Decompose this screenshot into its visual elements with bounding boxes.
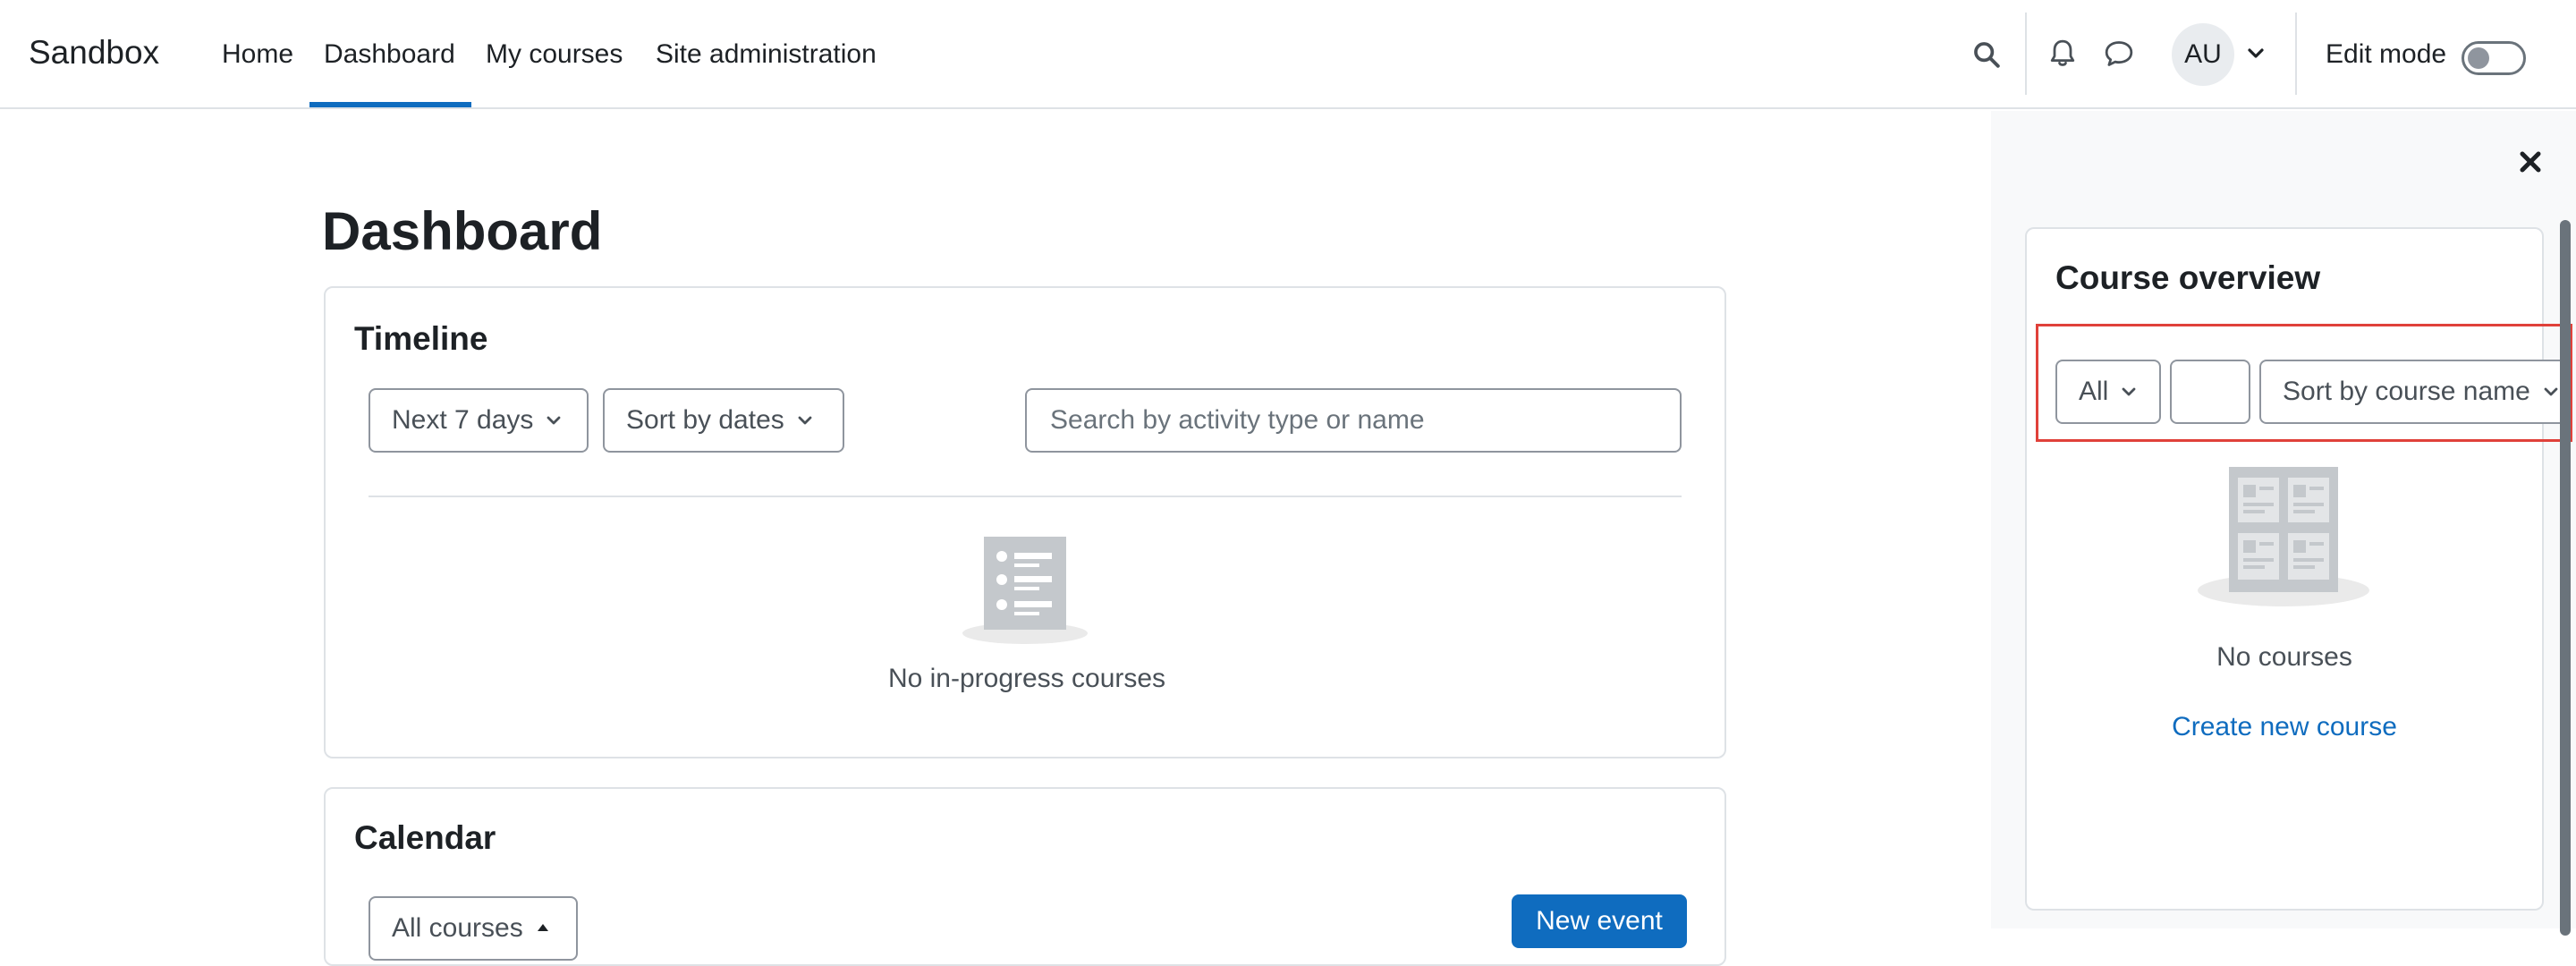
chevron-down-icon[interactable]: [2243, 41, 2268, 66]
edit-mode-toggle[interactable]: [2462, 41, 2526, 75]
nav-active-indicator: [309, 102, 471, 107]
timeline-empty-text: No in-progress courses: [887, 664, 1166, 693]
timeline-range-value: Next 7 days: [392, 405, 534, 435]
calendar-course-value: All courses: [392, 913, 523, 943]
nav-home[interactable]: Home: [222, 39, 293, 70]
page-title: Dashboard: [322, 201, 603, 261]
timeline-search-input[interactable]: [1025, 388, 1682, 453]
calendar-course-select[interactable]: All courses: [369, 896, 578, 961]
navbar-divider: [2025, 13, 2027, 95]
bell-icon[interactable]: [2045, 36, 2080, 72]
navbar-divider: [2295, 13, 2297, 95]
annotation-highlight-box: [2036, 324, 2572, 442]
no-courses-illustration: [961, 535, 1089, 646]
calendar-title: Calendar: [354, 819, 496, 856]
timeline-title: Timeline: [354, 320, 488, 357]
no-courses-grid-illustration: [2197, 465, 2370, 610]
timeline-card: Timeline Next 7 days Sort by dates No in…: [324, 286, 1726, 758]
create-new-course-link[interactable]: Create new course: [2025, 712, 2544, 742]
nav-my-courses[interactable]: My courses: [486, 39, 623, 70]
search-icon[interactable]: [1968, 36, 2005, 73]
chevron-down-icon: [797, 415, 813, 426]
toggle-knob: [2468, 47, 2489, 69]
site-brand[interactable]: Sandbox: [29, 34, 159, 72]
sort-arrows-icon: [536, 922, 550, 935]
drawer-scrollbar[interactable]: [2560, 220, 2571, 936]
nav-dashboard[interactable]: Dashboard: [324, 39, 455, 70]
timeline-sort-value: Sort by dates: [626, 405, 784, 435]
chat-icon[interactable]: [2100, 36, 2138, 72]
timeline-divider: [369, 496, 1682, 497]
edit-mode-label: Edit mode: [2326, 39, 2447, 69]
timeline-range-select[interactable]: Next 7 days: [369, 388, 589, 453]
close-icon[interactable]: [2515, 147, 2546, 177]
nav-site-administration[interactable]: Site administration: [656, 39, 877, 70]
top-navbar: Sandbox Home Dashboard My courses Site a…: [0, 0, 2576, 109]
timeline-sort-select[interactable]: Sort by dates: [603, 388, 844, 453]
user-avatar[interactable]: AU: [2172, 23, 2234, 86]
new-event-button[interactable]: New event: [1512, 894, 1687, 948]
chevron-down-icon: [546, 415, 562, 426]
course-overview-empty-text: No courses: [2216, 642, 2352, 672]
course-overview-title: Course overview: [2055, 259, 2321, 296]
